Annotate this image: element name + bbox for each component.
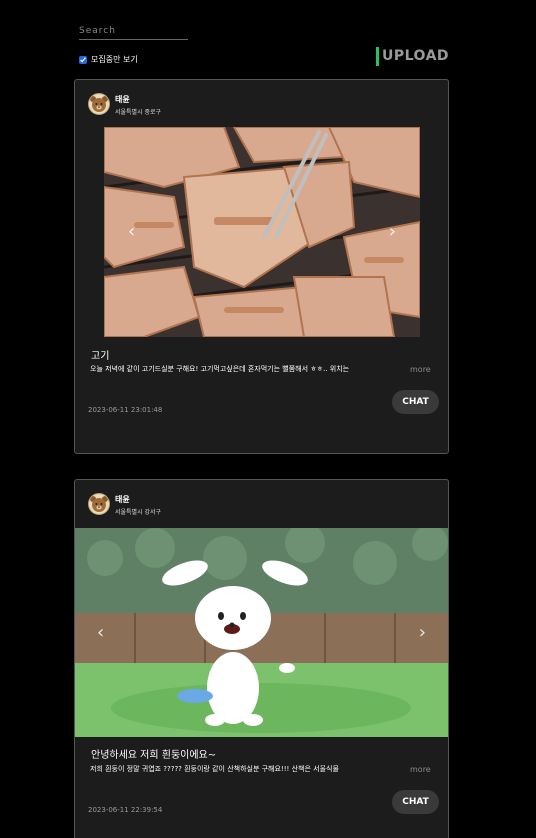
recruiting-checkbox[interactable] [79, 55, 87, 64]
recruiting-filter-label: 모집중만 보기 [91, 55, 138, 64]
post-description: 오늘 저녁에 같이 고기드실분 구해요! 고기먹고싶은데 혼자먹기는 뻘쭘해서 … [90, 365, 350, 373]
bear-avatar-icon[interactable] [88, 93, 110, 115]
post-author: 태윤 서울특별시 중로구 [115, 94, 161, 116]
bear-avatar-icon[interactable] [88, 493, 110, 515]
post-title[interactable]: 안녕하세요 저희 흰둥이에요~ [91, 746, 216, 761]
author-location: 서울특별시 중로구 [115, 109, 162, 116]
more-link[interactable]: more [410, 365, 431, 374]
upload-button[interactable]: UPLOAD [376, 47, 449, 66]
chat-button[interactable]: CHAT [392, 790, 439, 814]
author-location: 서울특별시 강서구 [115, 509, 162, 516]
more-link[interactable]: more [410, 765, 431, 774]
author-name: 태윤 [115, 95, 130, 104]
search-bar [79, 18, 188, 40]
white-cartoon-dog-image [75, 528, 448, 737]
post-title[interactable]: 고기 [91, 347, 109, 362]
chat-button[interactable]: CHAT [392, 390, 439, 414]
post-card: 태윤 서울특별시 강서구 ‹ › 안녕하세요 저희 흰둥이에요~ 저희 흰둥이 … [74, 479, 449, 838]
chevron-left-icon[interactable]: ‹ [128, 223, 135, 241]
post-author: 태윤 서울특별시 강서구 [115, 494, 161, 516]
chevron-right-icon[interactable]: › [419, 623, 426, 642]
post-date: 2023-06-11 23:01:48 [88, 406, 163, 414]
feed-page: 모집중만 보기 UPLOAD 태윤 서울특별시 중로구 [0, 0, 536, 838]
recruiting-filter[interactable]: 모집중만 보기 [79, 54, 138, 65]
post-date: 2023-06-11 22:39:54 [88, 806, 163, 814]
author-name: 태윤 [115, 495, 130, 504]
post-card: 태윤 서울특별시 중로구 ‹ › 고기 오늘 저녁에 같이 고기드실분 구해요!… [74, 79, 449, 454]
chevron-left-icon[interactable]: ‹ [97, 623, 104, 642]
post-description: 저희 흰둥이 정말 귀엽죠 ????? 흰둥이랑 같이 산책하실분 구해요!!!… [90, 765, 339, 773]
post-image-carousel[interactable]: ‹ › [104, 127, 420, 337]
chevron-right-icon[interactable]: › [389, 223, 396, 241]
search-input[interactable] [79, 24, 188, 39]
post-image-carousel[interactable]: ‹ › [75, 528, 448, 737]
grilled-pork-belly-image [104, 127, 420, 337]
